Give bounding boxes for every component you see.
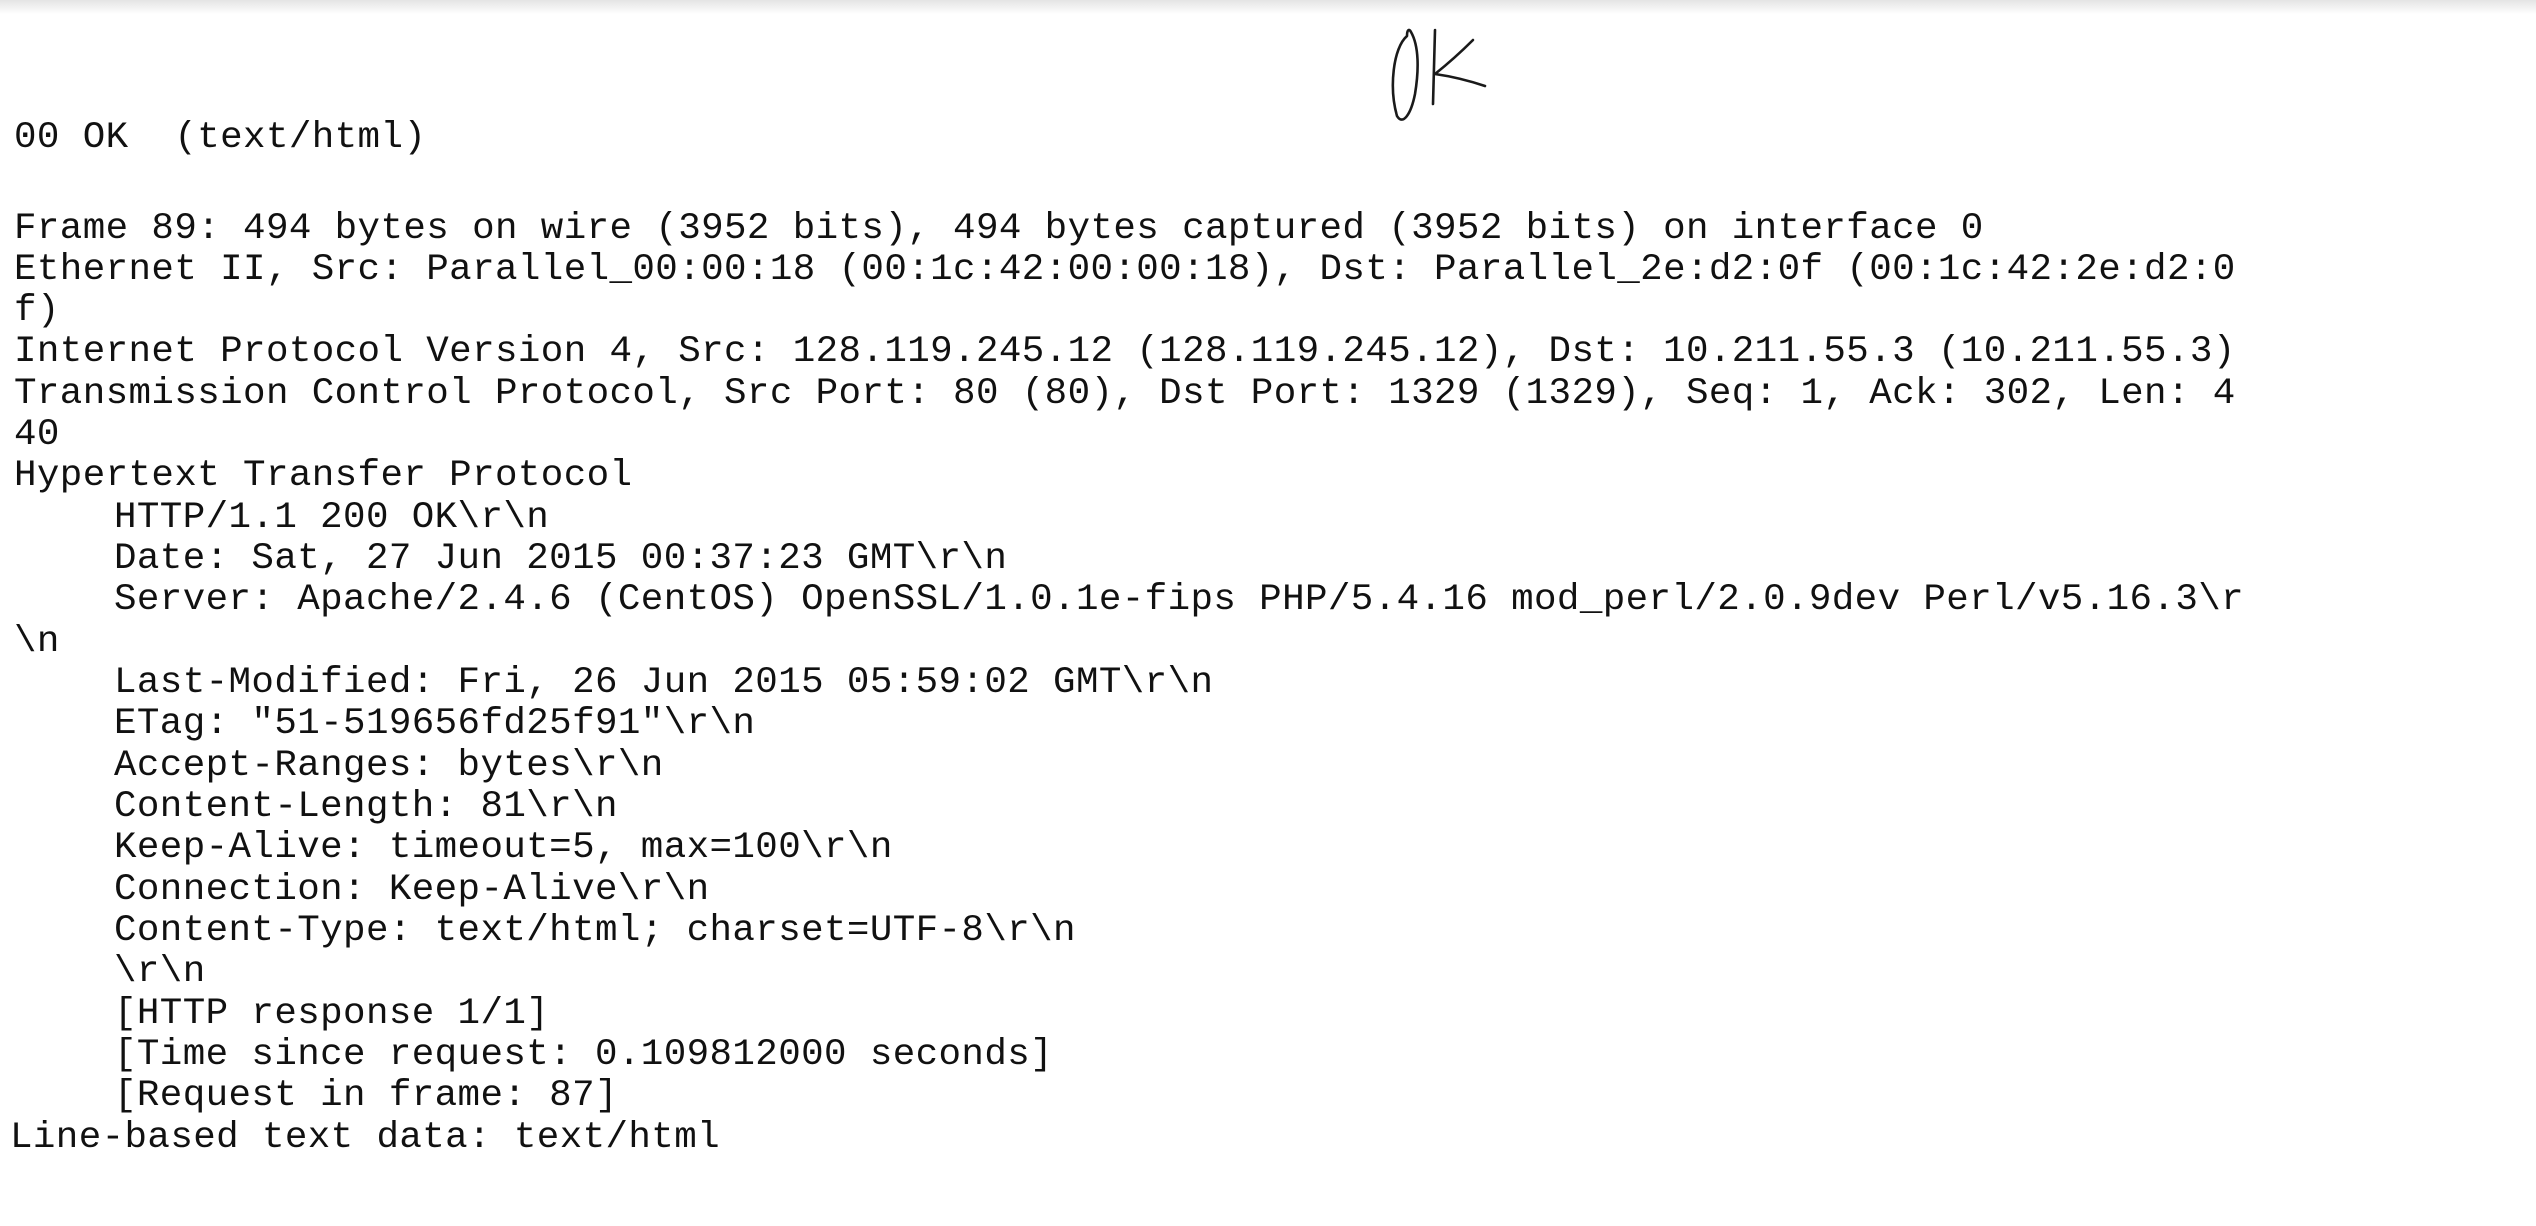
ip-line: Internet Protocol Version 4, Src: 128.11… (14, 331, 2236, 373)
http-keep-alive-header: Keep-Alive: timeout=5, max=100\r\n (114, 827, 893, 869)
handwritten-ok-note (1391, 28, 1487, 121)
frame-line: Frame 89: 494 bytes on wire (3952 bits),… (14, 208, 1984, 250)
http-time-since-request: [Time since request: 0.109812000 seconds… (114, 1034, 1054, 1076)
http-response-number: [HTTP response 1/1] (114, 993, 550, 1035)
http-request-in-frame: [Request in frame: 87] (114, 1075, 618, 1117)
http-server-header-wrap: \n (14, 621, 60, 663)
http-status-line: HTTP/1.1 200 OK\r\n (114, 497, 550, 539)
http-crlf-line: \r\n (114, 951, 206, 993)
tcp-line: Transmission Control Protocol, Src Port:… (14, 373, 2236, 415)
http-date-header: Date: Sat, 27 Jun 2015 00:37:23 GMT\r\n (114, 538, 1008, 580)
ethernet-line: Ethernet II, Src: Parallel_00:00:18 (00:… (14, 249, 2236, 291)
http-etag-header: ETag: "51-519656fd25f91"\r\n (114, 703, 756, 745)
clipped-header-line: 00 OK (text/html) (14, 117, 427, 159)
http-server-header: Server: Apache/2.4.6 (CentOS) OpenSSL/1.… (114, 579, 2245, 621)
http-last-modified-header: Last-Modified: Fri, 26 Jun 2015 05:59:02… (114, 662, 1214, 704)
http-content-length-header: Content-Length: 81\r\n (114, 786, 618, 828)
line-based-text-data: Line-based text data: text/html (10, 1117, 721, 1159)
http-section-title: Hypertext Transfer Protocol (14, 455, 633, 497)
tcp-line-wrap: 40 (14, 414, 60, 456)
http-content-type-header: Content-Type: text/html; charset=UTF-8\r… (114, 910, 1076, 952)
http-connection-header: Connection: Keep-Alive\r\n (114, 869, 710, 911)
ethernet-line-wrap: f) (14, 290, 60, 332)
http-accept-ranges-header: Accept-Ranges: bytes\r\n (114, 745, 664, 787)
scan-edge-shadow (0, 0, 2536, 14)
